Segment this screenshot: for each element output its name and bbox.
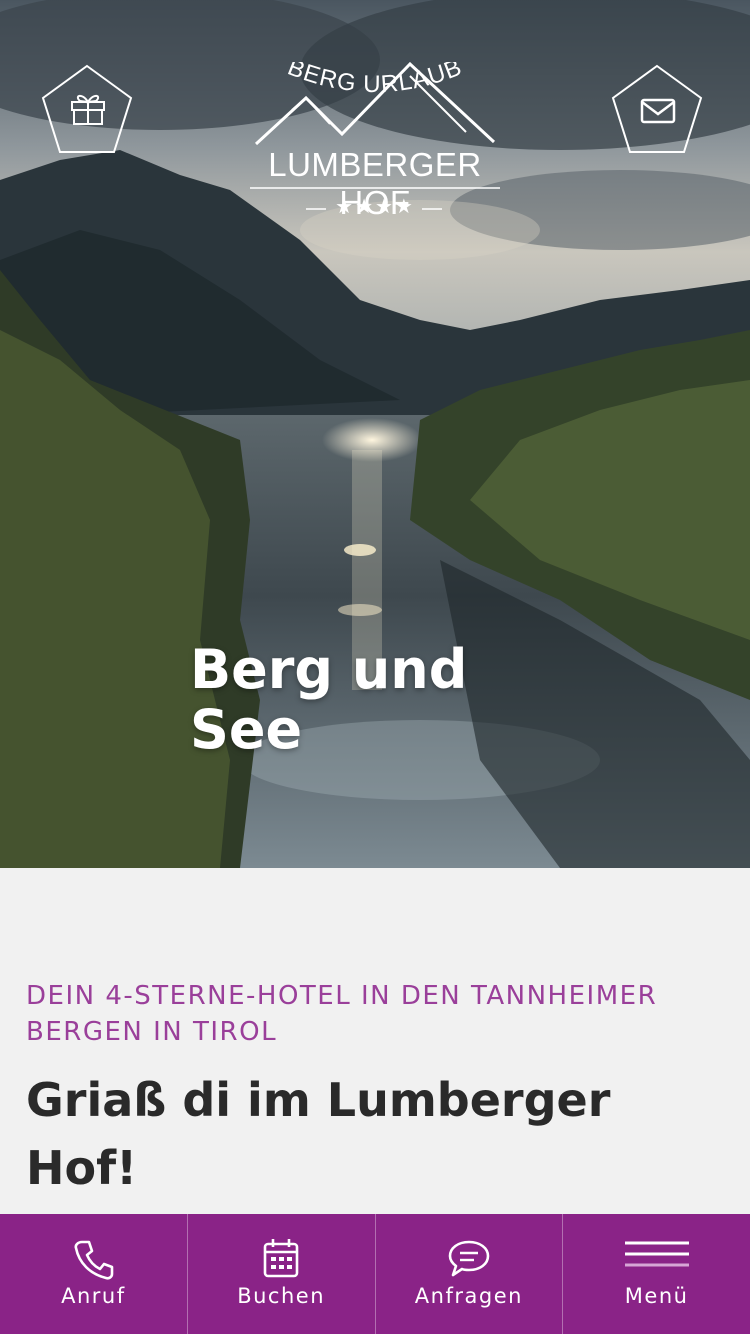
menu-label: Menü <box>624 1284 689 1308</box>
contact-mail-button[interactable] <box>610 64 704 156</box>
book-label: Buchen <box>237 1284 326 1308</box>
call-button[interactable]: Anruf <box>0 1214 188 1334</box>
gift-voucher-button[interactable] <box>40 64 134 156</box>
chat-icon <box>448 1240 490 1277</box>
calendar-icon <box>263 1239 299 1278</box>
menu-icon <box>624 1241 689 1267</box>
call-label: Anruf <box>61 1284 126 1308</box>
logo-divider <box>250 187 500 189</box>
book-button[interactable]: Buchen <box>188 1214 376 1334</box>
intro-section: DEIN 4-STERNE-HOTEL IN DEN TANNHEIMER BE… <box>0 868 750 1214</box>
phone-icon <box>74 1240 114 1280</box>
intro-headline: Griaß di im Lumberger Hof! <box>26 1073 611 1195</box>
hotel-logo[interactable]: LUMBERGER HOF ★★★★ BERG URLAUB <box>234 62 516 272</box>
hero-title-line1: Berg und <box>190 638 468 701</box>
logo-tagline: BERG URLAUB <box>284 62 466 98</box>
menu-button[interactable]: Menü <box>563 1214 750 1334</box>
envelope-icon <box>640 98 676 124</box>
svg-text:BERG URLAUB: BERG URLAUB <box>284 62 466 98</box>
star-rating: ★★★★ <box>335 194 415 218</box>
bottom-navigation-bar: Anruf Buchen Anfragen Menü <box>0 1214 750 1334</box>
intro-kicker: DEIN 4-STERNE-HOTEL IN DEN TANNHEIMER BE… <box>26 981 658 1047</box>
hero-title-line2: See <box>190 698 303 761</box>
enquire-button[interactable]: Anfragen <box>376 1214 564 1334</box>
gift-icon <box>71 94 105 125</box>
hero-title: Berg und See <box>190 640 510 760</box>
enquire-label: Anfragen <box>414 1284 523 1308</box>
hero-image: LUMBERGER HOF ★★★★ BERG URLAUB Berg und … <box>0 0 750 868</box>
